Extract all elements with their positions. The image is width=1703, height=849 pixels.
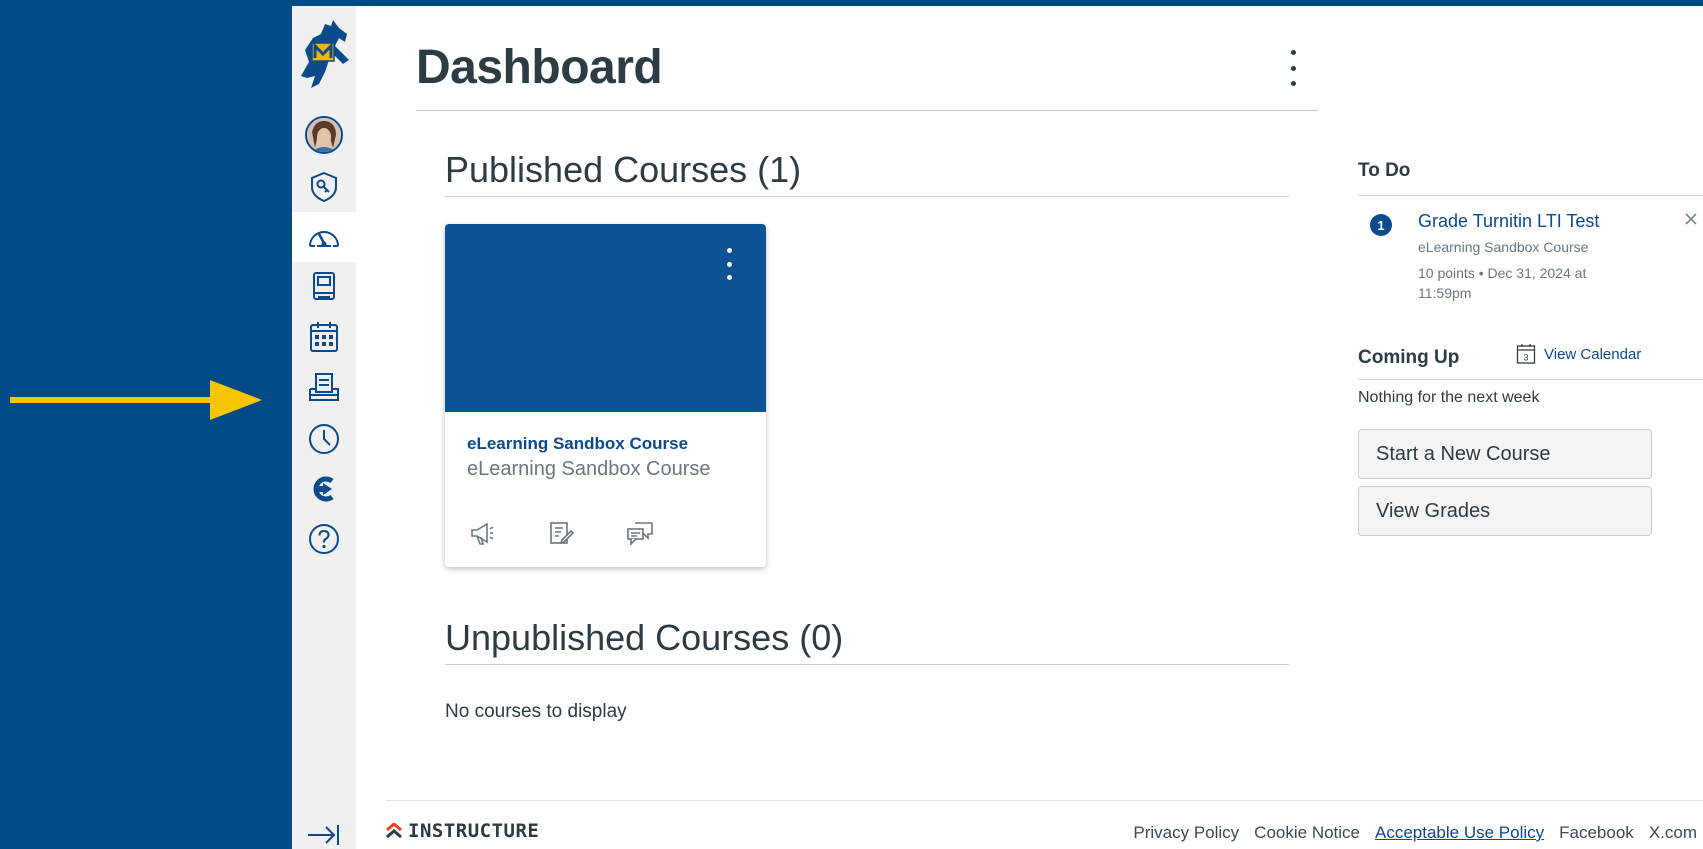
calendar-small-icon: 3 <box>1516 344 1536 364</box>
shield-key-icon <box>311 171 337 203</box>
cookie-notice-link[interactable]: Cookie Notice <box>1254 823 1360 843</box>
pointer-arrow-icon <box>10 380 262 420</box>
nav-history[interactable] <box>292 414 356 464</box>
no-courses-text: No courses to display <box>445 701 627 722</box>
book-icon <box>313 272 335 300</box>
privacy-policy-link[interactable]: Privacy Policy <box>1133 823 1239 843</box>
todo-title: To Do <box>1358 160 1411 181</box>
x-com-link[interactable]: X.com <box>1649 823 1697 843</box>
instructure-logo[interactable]: INSTRUCTURE <box>386 820 539 842</box>
canvas-screen: Dashboard Published Courses (1) eLearnin… <box>292 6 1703 849</box>
announcements-icon[interactable] <box>465 516 499 550</box>
nav-account[interactable] <box>292 110 356 160</box>
inbox-icon <box>309 373 339 401</box>
nav-inbox[interactable] <box>292 362 356 412</box>
divider <box>386 800 1703 801</box>
nav-admin[interactable] <box>292 162 356 212</box>
global-navigation <box>292 6 356 849</box>
nav-studio[interactable] <box>292 464 356 514</box>
divider <box>445 664 1289 665</box>
instructure-chevron-icon <box>386 823 402 839</box>
divider <box>1358 379 1703 380</box>
calendar-icon <box>310 322 338 352</box>
divider <box>445 196 1289 197</box>
clock-icon <box>309 424 339 454</box>
nav-calendar[interactable] <box>292 312 356 362</box>
coming-up-title: Coming Up <box>1358 347 1460 368</box>
help-icon <box>309 524 339 554</box>
svg-text:3: 3 <box>1523 353 1528 363</box>
main-content: Dashboard Published Courses (1) eLearnin… <box>356 6 1703 849</box>
dashboard-gauge-icon <box>309 231 339 247</box>
avatar <box>305 116 343 154</box>
todo-badge: 1 <box>1370 214 1392 236</box>
todo-meta: 10 points • Dec 31, 2024 at 11:59pm <box>1418 265 1587 301</box>
acceptable-use-policy-link[interactable]: Acceptable Use Policy <box>1375 823 1544 843</box>
studio-arrow-icon <box>313 476 334 502</box>
assignments-icon[interactable] <box>544 516 578 550</box>
view-grades-button[interactable]: View Grades <box>1358 486 1652 536</box>
start-new-course-button[interactable]: Start a New Course <box>1358 429 1652 479</box>
course-card-hero[interactable] <box>445 224 766 412</box>
todo-item-link[interactable]: Grade Turnitin LTI Test <box>1418 211 1599 232</box>
course-code: eLearning Sandbox Course <box>467 458 711 480</box>
divider <box>416 110 1318 111</box>
facebook-link[interactable]: Facebook <box>1559 823 1634 843</box>
divider <box>1358 195 1703 196</box>
card-options-icon[interactable] <box>724 248 734 280</box>
user-photo-icon <box>307 118 341 152</box>
course-card[interactable]: eLearning Sandbox Course eLearning Sandb… <box>445 224 766 567</box>
dashboard-options-icon[interactable] <box>1284 50 1302 86</box>
todo-course: eLearning Sandbox Course <box>1418 239 1589 255</box>
view-calendar-label: View Calendar <box>1544 345 1642 363</box>
page-title: Dashboard <box>416 41 663 94</box>
university-logo-icon[interactable] <box>295 16 353 92</box>
view-calendar-link[interactable]: 3 View Calendar <box>1516 343 1641 365</box>
close-icon[interactable] <box>1682 210 1700 228</box>
instructure-label: INSTRUCTURE <box>408 820 540 842</box>
footer-links: Privacy Policy Cookie Notice Acceptable … <box>1133 823 1697 843</box>
nav-dashboard[interactable] <box>292 212 356 262</box>
unpublished-courses-heading: Unpublished Courses (0) <box>445 617 844 658</box>
nav-courses[interactable] <box>292 262 356 312</box>
course-name-link[interactable]: eLearning Sandbox Course <box>467 434 688 454</box>
discussions-icon[interactable] <box>623 516 657 550</box>
coming-up-empty-text: Nothing for the next week <box>1358 389 1540 406</box>
collapse-nav-icon[interactable] <box>306 822 342 848</box>
published-courses-heading: Published Courses (1) <box>445 149 802 190</box>
nav-help[interactable] <box>292 514 356 564</box>
